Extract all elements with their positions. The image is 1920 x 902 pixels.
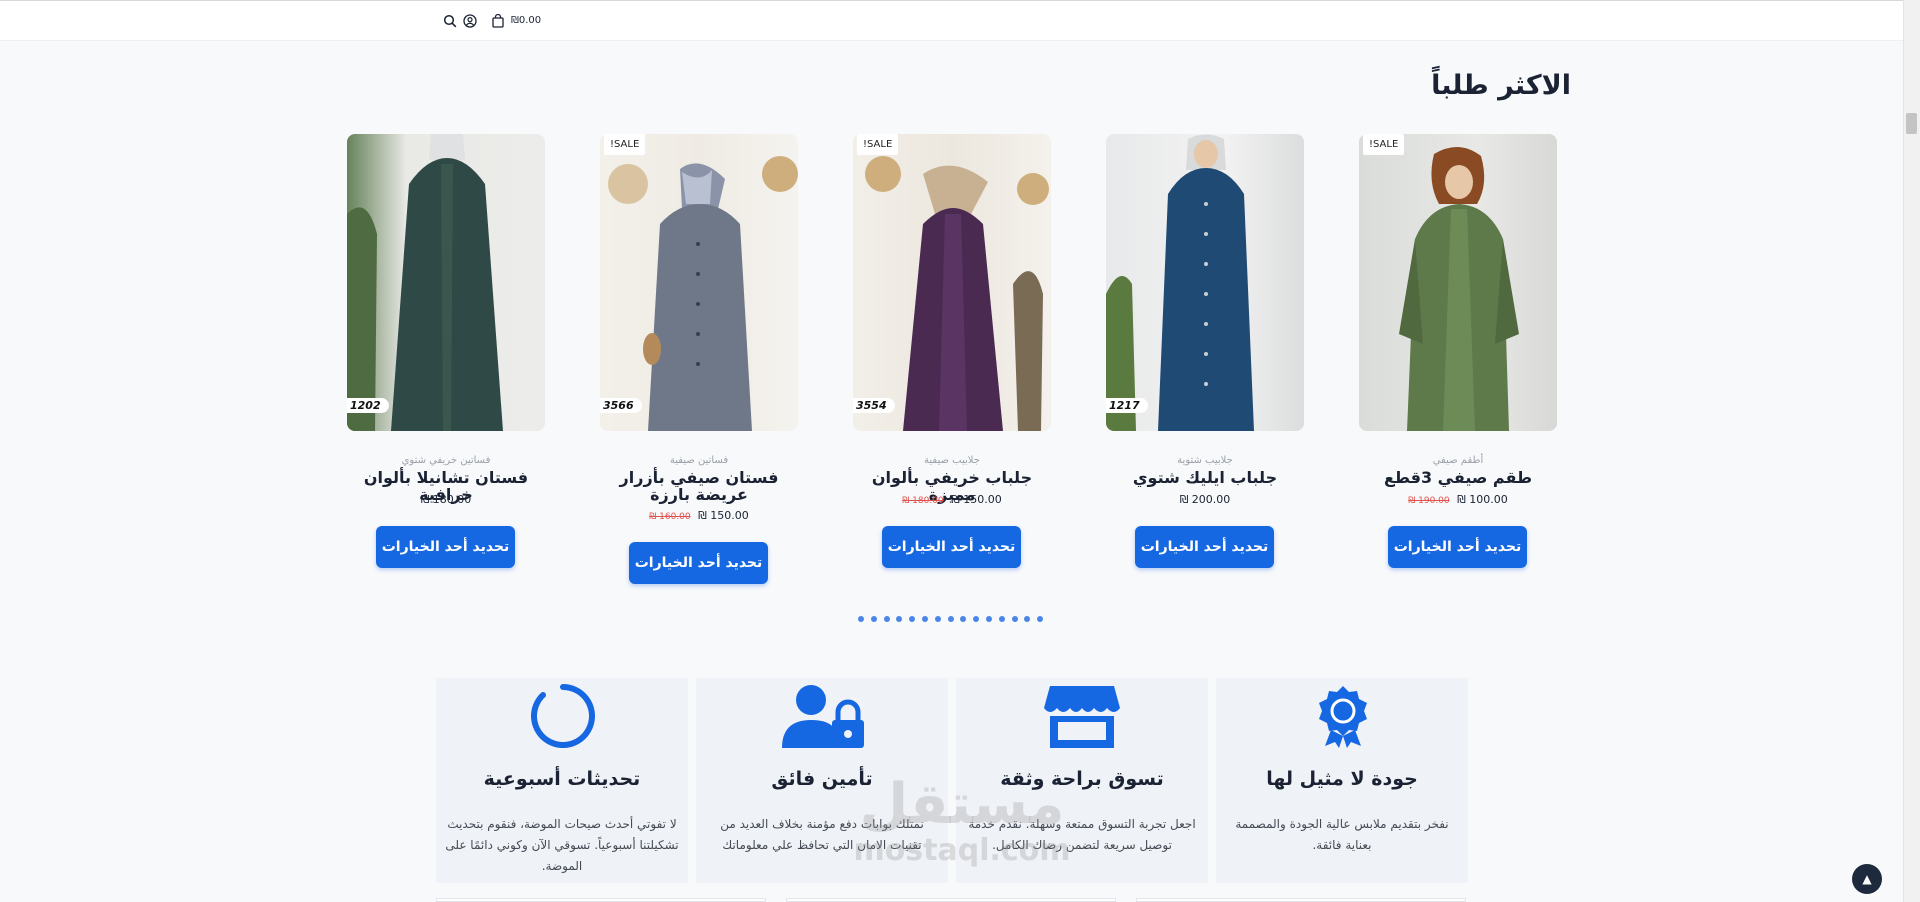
product-category[interactable]: جلابيب شتوية xyxy=(1106,455,1304,466)
carousel-dot[interactable] xyxy=(934,616,941,622)
product-photo xyxy=(347,134,503,431)
next-section-card xyxy=(436,898,766,902)
feature-description: نفخر بتقديم ملابس عالية الجودة والمصممة … xyxy=(1235,817,1449,852)
product-code: 1202 xyxy=(347,398,389,413)
carousel-dot[interactable] xyxy=(1011,616,1018,622)
carousel-dot[interactable] xyxy=(973,616,980,622)
product-name[interactable]: فستان صيفي بأزرار عريضة بارزة xyxy=(600,469,798,503)
carousel-dot[interactable] xyxy=(986,616,992,622)
select-options-button[interactable]: تحديد أحد الخيارات xyxy=(629,542,768,584)
product-price: ₪ 190.00 ₪ 100.00 xyxy=(1359,493,1557,506)
account-icon[interactable] xyxy=(463,14,477,28)
search-icon[interactable] xyxy=(443,14,457,28)
carousel-dot[interactable] xyxy=(1037,616,1044,622)
product-code: 3554 xyxy=(853,398,895,413)
carousel-dot[interactable] xyxy=(947,616,954,622)
watermark: مستقل mostaql.com xyxy=(842,775,1082,867)
old-price: ₪ 160.00 xyxy=(649,512,691,522)
select-options-button[interactable]: تحديد أحد الخيارات xyxy=(376,526,515,568)
chat-button[interactable]: ▲ xyxy=(1852,864,1882,894)
next-section-card xyxy=(1136,898,1466,902)
product-category[interactable]: فساتين خريفي شتوي xyxy=(347,455,545,466)
old-price: ₪ 180.00 xyxy=(902,496,944,506)
product-code: 1217 xyxy=(1106,398,1148,413)
product-card[interactable]: !SALE 3566 xyxy=(600,134,798,431)
product-category[interactable]: أطقم صيفي xyxy=(1359,455,1557,466)
feature-description: لا تفوتي أحدث صيحات الموضة، فنقوم بتحديث… xyxy=(445,817,679,873)
cart-icon[interactable] xyxy=(491,14,505,28)
product-photo xyxy=(1399,146,1519,431)
product-image[interactable]: 1202 xyxy=(347,134,545,431)
current-price: ₪ 150.00 xyxy=(698,509,749,522)
section-title: الاكثر طلباً xyxy=(1431,70,1571,101)
current-price: ₪ 100.00 xyxy=(1457,493,1508,506)
carousel-dot[interactable] xyxy=(1024,616,1031,622)
carousel-dot[interactable] xyxy=(858,616,864,622)
feature-card: تحديثات أسبوعية لا تفوتي أحدث صيحات المو… xyxy=(436,678,688,883)
current-price: ₪ 150.00 xyxy=(951,493,1002,506)
carousel-dot[interactable] xyxy=(960,616,967,622)
carousel-dot[interactable] xyxy=(896,616,903,622)
current-price: ₪ 180.00 xyxy=(420,493,472,506)
product-name[interactable]: جلباب ايليك شتوي xyxy=(1106,469,1304,486)
next-section-card xyxy=(786,898,1116,902)
scrollbar[interactable] xyxy=(1903,0,1920,902)
carousel-dot[interactable] xyxy=(870,616,877,622)
sale-badge: !SALE xyxy=(857,134,899,155)
current-price: ₪ 200.00 xyxy=(1179,493,1231,506)
product-price: ₪ 160.00 ₪ 150.00 xyxy=(600,509,798,522)
feature-title: تحديثات أسبوعية xyxy=(483,768,641,790)
store-icon xyxy=(1044,686,1120,748)
carousel-dot[interactable] xyxy=(883,616,890,622)
product-code: 3566 xyxy=(600,398,642,413)
product-price: ₪ 180.00 ₪ 150.00 xyxy=(853,493,1051,506)
product-price: ₪ 200.00 xyxy=(1106,493,1304,506)
feature-title: جودة لا مثيل لها xyxy=(1266,768,1418,790)
cart-total[interactable]: ₪0.00 xyxy=(511,15,541,26)
old-price: ₪ 190.00 xyxy=(1408,496,1450,506)
carousel-dot[interactable] xyxy=(909,616,916,622)
product-category[interactable]: جلابيب صيفية xyxy=(853,455,1051,466)
select-options-button[interactable]: تحديد أحد الخيارات xyxy=(1135,526,1274,568)
sale-badge: !SALE xyxy=(1363,134,1405,155)
product-card[interactable]: !SALE 3554 xyxy=(853,134,1051,431)
scrollbar-thumb[interactable] xyxy=(1906,113,1917,134)
product-price: ₪ 180.00 xyxy=(347,493,545,506)
product-photo xyxy=(865,156,1049,431)
select-options-button[interactable]: تحديد أحد الخيارات xyxy=(1388,526,1527,568)
product-photo xyxy=(1106,134,1254,431)
product-image[interactable]: !SALE 3554 xyxy=(853,134,1051,431)
product-image[interactable]: 1217 xyxy=(1106,134,1304,431)
product-card[interactable]: 1202 xyxy=(347,134,545,431)
carousel-dot[interactable] xyxy=(922,616,928,622)
watermark-arabic: مستقل xyxy=(859,772,1065,837)
product-photo xyxy=(608,156,798,431)
site-header: ₪0.00 xyxy=(0,0,1920,41)
watermark-latin: mostaql.com xyxy=(853,833,1071,868)
select-options-button[interactable]: تحديد أحد الخيارات xyxy=(882,526,1021,568)
user-lock-icon xyxy=(782,685,864,748)
product-name[interactable]: طقم صيفي 3قطع xyxy=(1359,469,1557,486)
sale-badge: !SALE xyxy=(604,134,646,155)
product-category[interactable]: فساتين صيفية xyxy=(600,455,798,466)
product-card[interactable]: !SALE xyxy=(1359,134,1557,431)
carousel-dot[interactable] xyxy=(998,616,1005,622)
product-image[interactable]: !SALE xyxy=(1359,134,1557,431)
product-image[interactable]: !SALE 3566 xyxy=(600,134,798,431)
product-card[interactable]: 1217 xyxy=(1106,134,1304,431)
refresh-icon xyxy=(531,684,595,748)
feature-card: جودة لا مثيل لها نفخر بتقديم ملابس عالية… xyxy=(1216,678,1468,883)
badge-icon xyxy=(1319,686,1367,748)
